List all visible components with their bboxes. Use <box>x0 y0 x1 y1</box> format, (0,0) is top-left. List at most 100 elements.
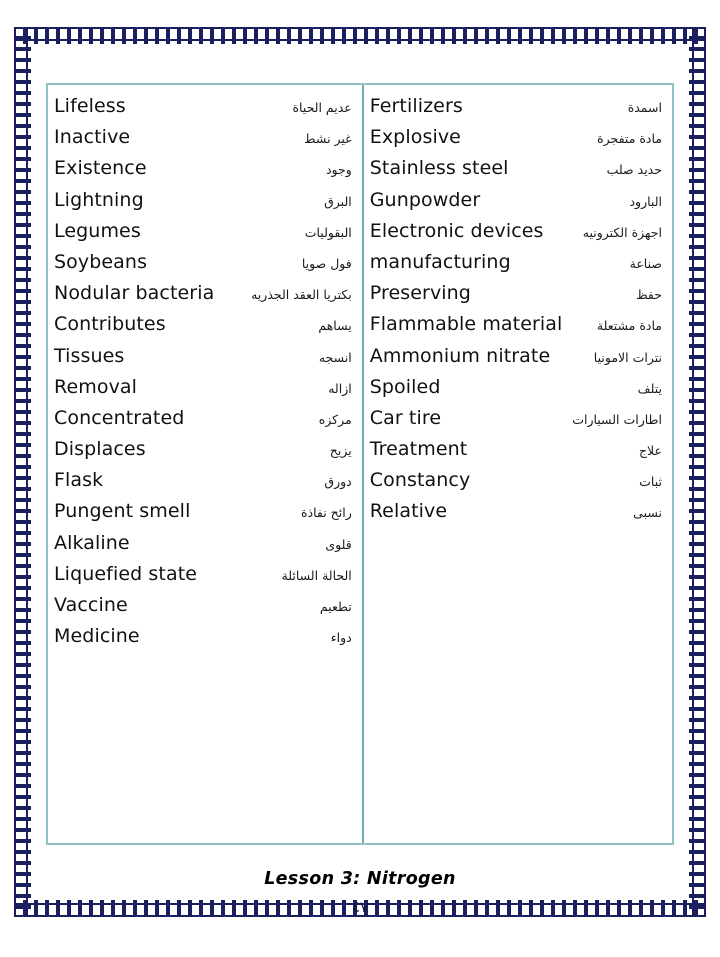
vocabulary-row: Flask دورق <box>54 465 352 496</box>
vocabulary-row: Alkaline قلوى <box>54 528 352 559</box>
document-page: Lifeless عديم الحياة Inactive غير نشط Existe… <box>0 0 720 957</box>
term-english: Liquefied state <box>54 562 198 585</box>
lesson-title: Lesson 3: Nitrogen <box>264 869 456 889</box>
term-english: Soybeans <box>54 250 148 273</box>
term-english: Medicine <box>54 625 140 648</box>
term-arabic: انسجه <box>318 349 352 365</box>
term-english: Electronic devices <box>369 219 544 242</box>
vocabulary-row: Car tire اطارات السيارات <box>370 403 662 434</box>
term-arabic: ازاله <box>328 380 352 396</box>
vocabulary-row: Lightning البرق <box>54 185 352 216</box>
term-arabic: حديد صلب <box>606 162 662 178</box>
vocabulary-row: Legumes البقوليات <box>54 216 352 247</box>
term-arabic: علاج <box>638 443 662 459</box>
term-arabic: صناعة <box>629 255 662 271</box>
vocabulary-row: Flammable material مادة مشتعلة <box>370 309 662 340</box>
term-arabic: اجهزة الكترونيه <box>582 224 662 240</box>
term-arabic: حفظ <box>636 287 662 303</box>
term-english: Relative <box>369 500 448 523</box>
vocabulary-row: Explosive مادة متفجرة <box>370 122 662 153</box>
vocabulary-row: Liquefied state الحالة السائلة <box>54 559 352 590</box>
vocabulary-row: Stainless steel حديد صلب <box>370 153 662 184</box>
vocabulary-row: Electronic devices اجهزة الكترونيه <box>370 216 662 247</box>
vocabulary-row: Vaccine تطعيم <box>54 590 352 621</box>
term-arabic: تطعيم <box>319 599 352 614</box>
term-arabic: يتلف <box>637 380 662 396</box>
term-english: manufacturing <box>369 250 511 273</box>
term-arabic: غير نشط <box>304 131 352 147</box>
term-arabic: يساهم <box>318 318 352 334</box>
vocabulary-row: Lifeless عديم الحياة <box>54 91 352 122</box>
vocabulary-column-right: Fertilizers اسمدة Explosive مادة متفجرة Stai… <box>364 85 672 843</box>
term-english: Pungent smell <box>54 500 191 523</box>
vocabulary-row: Nodular bacteria بكتريا العقد الجذريه <box>54 278 352 309</box>
term-english: Car tire <box>369 406 442 429</box>
term-english: Constancy <box>369 469 471 492</box>
term-arabic: نترات الامونيا <box>593 349 662 365</box>
term-arabic: يزيح <box>329 443 352 459</box>
vocabulary-row: Tissues انسجه <box>54 341 352 372</box>
term-arabic: اسمدة <box>627 100 662 115</box>
term-english: Explosive <box>369 126 461 149</box>
vocabulary-row: Soybeans فول صويا <box>54 247 352 278</box>
vocabulary-row: Existence وجود <box>54 153 352 184</box>
term-english: Spoiled <box>369 375 441 398</box>
term-english: Treatment <box>369 438 468 461</box>
vocabulary-row: Fertilizers اسمدة <box>370 91 662 122</box>
vocabulary-row: manufacturing صناعة <box>370 247 662 278</box>
term-english: Legumes <box>54 219 141 242</box>
vocabulary-table: Lifeless عديم الحياة Inactive غير نشط Existe… <box>46 83 674 845</box>
term-english: Alkaline <box>54 531 130 554</box>
term-english: Displaces <box>54 438 146 461</box>
border-edge-top-icon <box>14 27 706 44</box>
term-english: Inactive <box>54 126 131 149</box>
vocabulary-row: Inactive غير نشط <box>54 122 352 153</box>
vocabulary-column-left: Lifeless عديم الحياة Inactive غير نشط Existe… <box>48 85 364 843</box>
term-english: Tissues <box>54 344 125 367</box>
vocabulary-row: Relative نسبى <box>370 496 662 527</box>
term-arabic: دورق <box>324 474 352 490</box>
term-arabic: البقوليات <box>304 224 352 240</box>
term-english: Flask <box>54 469 104 492</box>
border-edge-right-icon <box>689 27 706 917</box>
term-english: Preserving <box>369 282 471 305</box>
term-english: Concentrated <box>54 406 185 429</box>
term-english: Lifeless <box>54 95 126 117</box>
term-arabic: عديم الحياة <box>292 100 352 115</box>
vocabulary-row: Preserving حفظ <box>370 278 662 309</box>
vocabulary-row: Constancy ثبات <box>370 465 662 496</box>
term-arabic: ثبات <box>639 474 662 490</box>
term-english: Fertilizers <box>369 95 463 117</box>
term-english: Gunpowder <box>369 188 481 211</box>
term-english: Stainless steel <box>369 157 509 180</box>
term-arabic: قلوى <box>325 536 352 552</box>
term-arabic: البارود <box>629 193 662 209</box>
term-arabic: مادة مشتعلة <box>596 318 662 334</box>
term-arabic: البرق <box>324 193 352 209</box>
term-arabic: دواء <box>330 630 352 646</box>
term-arabic: بكتريا العقد الجذريه <box>251 287 352 303</box>
vocabulary-row: Removal ازاله <box>54 372 352 403</box>
term-english: Existence <box>54 157 147 180</box>
term-arabic: رائح نفاذة <box>300 505 352 521</box>
term-english: Lightning <box>54 188 144 211</box>
vocabulary-row: Spoiled يتلف <box>370 372 662 403</box>
vocabulary-row: Gunpowder البارود <box>370 185 662 216</box>
vocabulary-row: Concentrated مركزه <box>54 403 352 434</box>
term-english: Contributes <box>54 313 166 336</box>
vocabulary-row: Treatment علاج <box>370 434 662 465</box>
vocabulary-row: Medicine دواء <box>54 621 352 652</box>
vocabulary-row: Ammonium nitrate نترات الامونيا <box>370 341 662 372</box>
term-arabic: فول صويا <box>301 255 352 271</box>
vocabulary-row: Contributes يساهم <box>54 309 352 340</box>
term-english: Removal <box>54 375 138 398</box>
page-number: ٤٧ <box>351 898 369 916</box>
term-english: Flammable material <box>369 313 563 336</box>
term-arabic: نسبى <box>633 505 662 521</box>
term-english: Vaccine <box>54 594 128 616</box>
term-english: Ammonium nitrate <box>369 344 551 367</box>
term-english: Nodular bacteria <box>54 282 215 305</box>
term-arabic: اطارات السيارات <box>572 411 662 427</box>
term-arabic: مادة متفجرة <box>597 131 662 147</box>
term-arabic: وجود <box>325 162 352 178</box>
